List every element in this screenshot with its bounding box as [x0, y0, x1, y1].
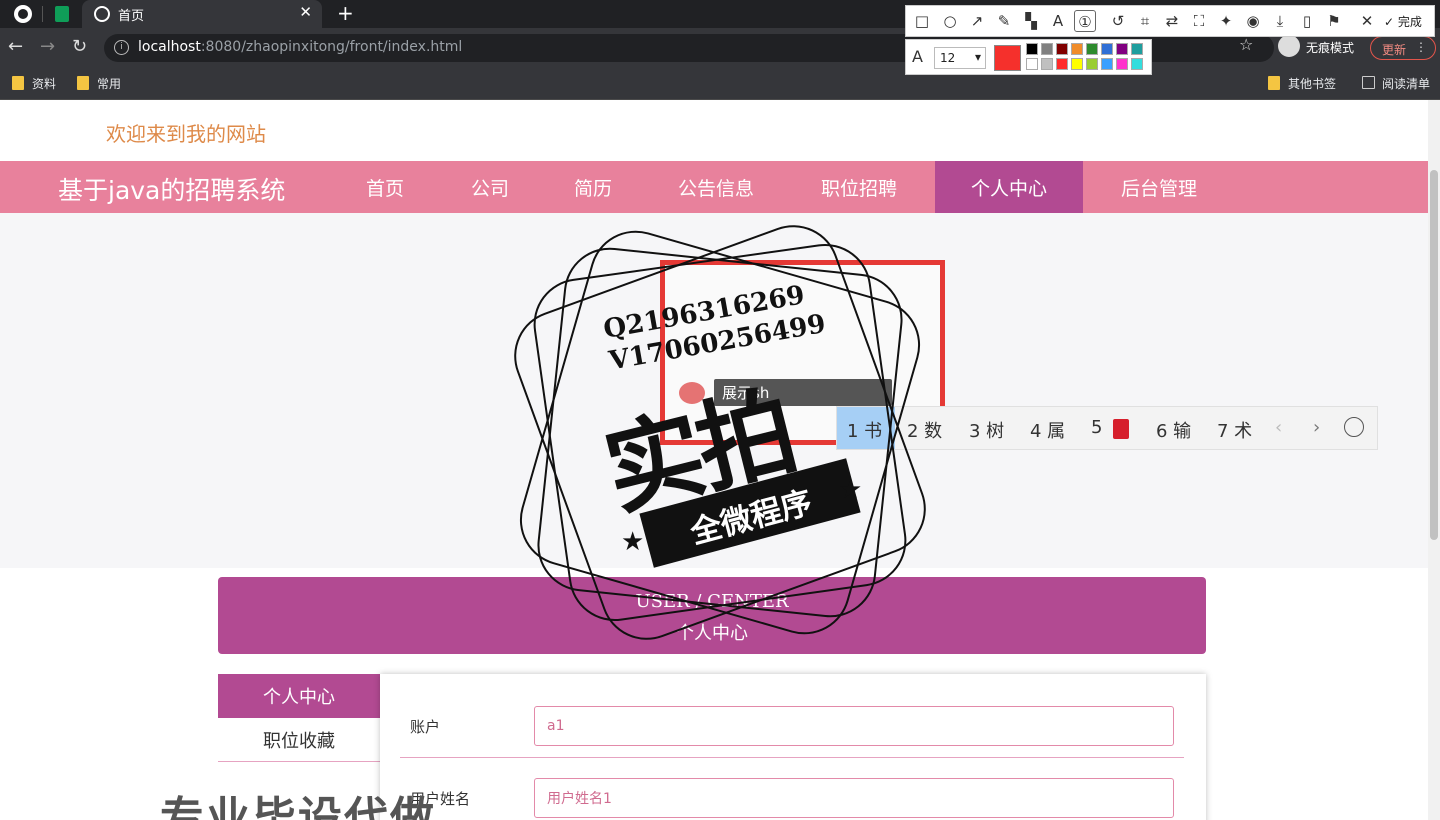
- arrow-tool-icon[interactable]: ↗: [966, 10, 988, 32]
- pin-icon[interactable]: ✦: [1215, 10, 1237, 32]
- tab-title: 首页: [118, 9, 145, 24]
- pen-tool-icon[interactable]: ✎: [993, 10, 1015, 32]
- watermark-stamp: Q2196316269 V17060256499 实拍 全微程序 ★ ★: [501, 212, 939, 653]
- translate-icon[interactable]: ⇄: [1161, 10, 1183, 32]
- rectangle-tool-icon[interactable]: □: [911, 10, 933, 32]
- site-title[interactable]: 基于java的招聘系统: [58, 171, 285, 207]
- download-icon[interactable]: ⤓: [1269, 10, 1291, 32]
- nav-admin[interactable]: 后台管理: [1088, 161, 1230, 213]
- color-swatch[interactable]: [1071, 58, 1083, 70]
- color-swatch[interactable]: [1026, 43, 1038, 55]
- url-text[interactable]: localhost:8080/zhaopinxitong/front/index…: [138, 39, 462, 55]
- profile-form: 账户 用户姓名: [380, 674, 1206, 820]
- menu-dots-icon[interactable]: ⋮: [1415, 40, 1427, 54]
- scan-icon[interactable]: ⛶: [1188, 10, 1210, 32]
- color-swatch[interactable]: [1071, 43, 1083, 55]
- browser-logo-icon[interactable]: [14, 5, 32, 23]
- undo-icon[interactable]: ↺: [1107, 10, 1129, 32]
- ocr-icon[interactable]: ⌗: [1134, 10, 1156, 32]
- nav-announcements[interactable]: 公告信息: [646, 161, 786, 213]
- bookmark-folder[interactable]: 资料: [12, 75, 56, 92]
- color-swatch[interactable]: [1041, 58, 1053, 70]
- close-icon[interactable]: ✕: [299, 3, 312, 21]
- main-navbar: 基于java的招聘系统 首页 公司 简历 公告信息 职位招聘 个人中心 后台管理: [0, 161, 1428, 213]
- bookmark-star-icon[interactable]: ☆: [1239, 35, 1253, 54]
- ime-candidate[interactable]: 6 输: [1156, 417, 1191, 443]
- emoji-icon[interactable]: [1344, 417, 1364, 437]
- reading-list[interactable]: 阅读清单: [1362, 75, 1430, 92]
- sheet-tab-icon[interactable]: [55, 6, 69, 22]
- update-button[interactable]: 更新 ⋮: [1370, 36, 1436, 60]
- phone-icon[interactable]: ▯: [1296, 10, 1318, 32]
- color-swatch[interactable]: [1056, 58, 1068, 70]
- current-color-swatch[interactable]: [994, 45, 1021, 71]
- color-swatch[interactable]: [1131, 43, 1143, 55]
- color-swatch[interactable]: [1086, 43, 1098, 55]
- record-icon[interactable]: ◉: [1242, 10, 1264, 32]
- color-swatch[interactable]: [1101, 43, 1113, 55]
- globe-icon: [94, 6, 110, 22]
- incognito-label: 无痕模式: [1306, 41, 1355, 55]
- bottom-watermark: 专业毕设代做: [160, 793, 436, 820]
- book-icon: [1113, 419, 1129, 439]
- text-tool-icon[interactable]: A: [1047, 10, 1069, 32]
- color-swatch[interactable]: [1116, 58, 1128, 70]
- ime-candidate[interactable]: 4 属: [1030, 417, 1065, 443]
- bookmark-folder-other[interactable]: 其他书签: [1268, 75, 1336, 92]
- nav-company[interactable]: 公司: [440, 161, 540, 213]
- star-icon: ★: [839, 475, 863, 505]
- font-size-icon: A: [912, 47, 923, 66]
- ime-next-icon[interactable]: ›: [1313, 417, 1320, 438]
- ime-candidate[interactable]: 7 术: [1217, 417, 1252, 443]
- mosaic-tool-icon[interactable]: ▚: [1020, 10, 1042, 32]
- forward-icon[interactable]: →: [40, 36, 55, 57]
- color-swatch[interactable]: [1056, 43, 1068, 55]
- account-label: 账户: [410, 718, 441, 736]
- user-side-menu: 个人中心 职位收藏: [218, 674, 380, 762]
- page-scrollbar[interactable]: [1428, 100, 1440, 820]
- ellipse-tool-icon[interactable]: ○: [939, 10, 961, 32]
- new-tab-button[interactable]: +: [337, 1, 354, 25]
- star-icon: ★: [621, 527, 645, 557]
- ime-candidate[interactable]: 5: [1091, 417, 1102, 438]
- done-button[interactable]: ✓ 完成: [1384, 13, 1422, 30]
- form-divider: [400, 757, 1184, 758]
- number-tool-icon[interactable]: ①: [1074, 10, 1096, 32]
- incognito-icon: [1278, 35, 1300, 57]
- color-swatch[interactable]: [1101, 58, 1113, 70]
- annotation-toolbar: □ ○ ↗ ✎ ▚ A ① ↺ ⌗ ⇄ ⛶ ✦ ◉ ⤓ ▯ ⚑ ✕ ✓ 完成: [905, 5, 1435, 37]
- back-icon[interactable]: ←: [8, 36, 23, 57]
- welcome-text: 欢迎来到我的网站: [106, 122, 266, 146]
- side-item-user-center[interactable]: 个人中心: [218, 674, 380, 718]
- annotation-style-bar: A 12: [905, 39, 1152, 75]
- tab-separator: [42, 6, 43, 22]
- ime-candidate[interactable]: 3 树: [969, 417, 1004, 443]
- ime-candidate-bar: 1 书 2 数 3 树 4 属 5 6 输 7 术 ‹ ›: [836, 406, 1378, 450]
- nav-user-center[interactable]: 个人中心: [935, 161, 1083, 213]
- color-swatch[interactable]: [1026, 58, 1038, 70]
- nav-home[interactable]: 首页: [335, 161, 435, 213]
- nav-jobs[interactable]: 职位招聘: [788, 161, 930, 213]
- color-swatch[interactable]: [1131, 58, 1143, 70]
- bookmark-folder[interactable]: 常用: [77, 75, 121, 92]
- ime-prev-icon[interactable]: ‹: [1275, 417, 1282, 438]
- bookmarks-bar: 资料 常用 其他书签 阅读清单: [0, 68, 1440, 100]
- bookmark-icon[interactable]: ⚑: [1323, 10, 1345, 32]
- scroll-thumb[interactable]: [1430, 170, 1438, 540]
- color-swatch[interactable]: [1086, 58, 1098, 70]
- side-item-favorites[interactable]: 职位收藏: [218, 718, 380, 762]
- tab-home[interactable]: 首页 ✕: [82, 0, 322, 28]
- color-swatch[interactable]: [1116, 43, 1128, 55]
- color-swatch[interactable]: [1041, 43, 1053, 55]
- reload-icon[interactable]: ↻: [72, 36, 87, 57]
- info-icon[interactable]: i: [114, 40, 129, 55]
- font-size-select[interactable]: 12: [934, 47, 986, 69]
- cancel-icon[interactable]: ✕: [1356, 10, 1378, 32]
- nav-resume[interactable]: 简历: [543, 161, 643, 213]
- account-input[interactable]: [534, 706, 1174, 746]
- name-input[interactable]: [534, 778, 1174, 818]
